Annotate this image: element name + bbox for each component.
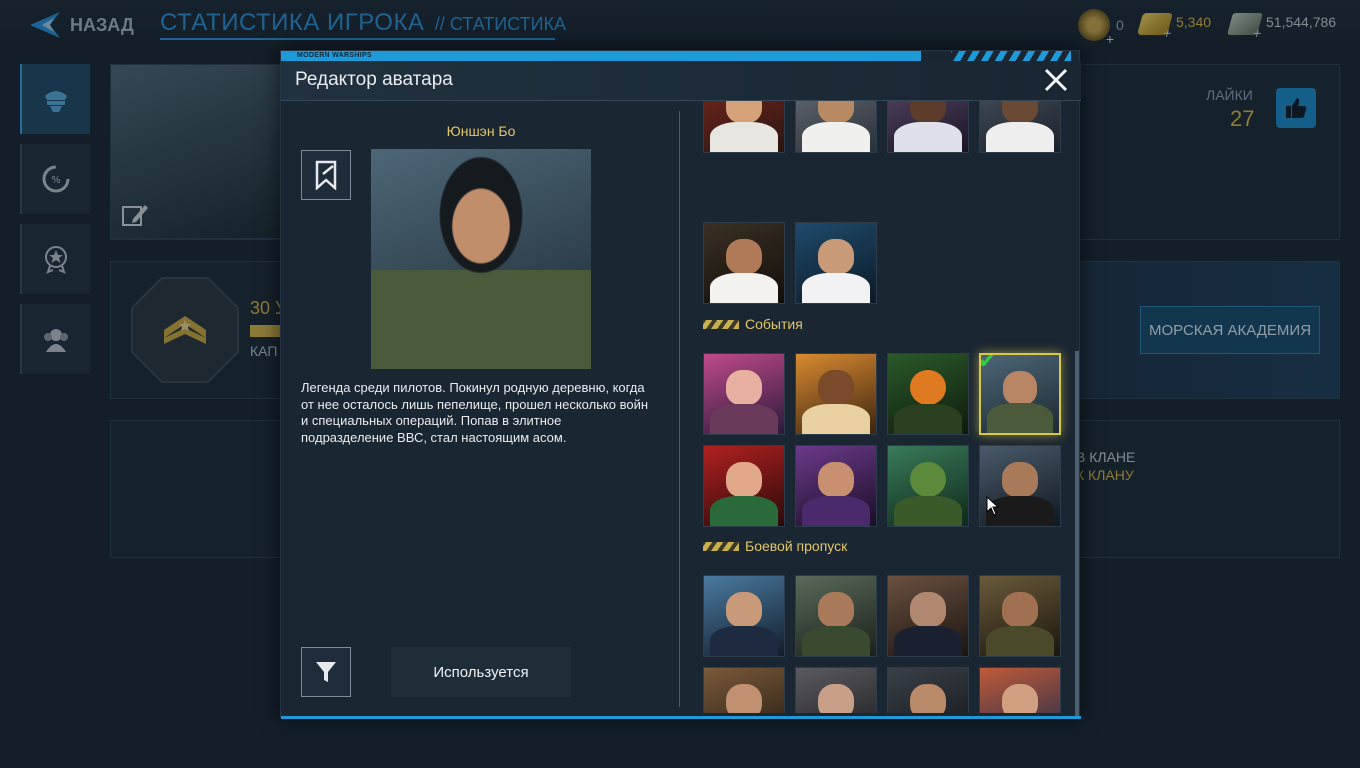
section-battle-pass: Боевой пропуск (703, 538, 847, 554)
avatar-tile[interactable] (703, 667, 785, 713)
bookmark-button[interactable] (301, 150, 351, 200)
avatar-editor-modal: MODERN WARSHIPS Редактор аватара Юншэн Б… (280, 50, 1081, 719)
scrollbar[interactable] (1075, 351, 1079, 717)
selected-check-icon: ✔ (979, 353, 997, 374)
close-icon (1044, 68, 1068, 92)
close-button[interactable] (1041, 65, 1071, 95)
avatar-tile[interactable] (703, 101, 785, 153)
modal-top-stripe: MODERN WARSHIPS (281, 51, 1081, 61)
avatar-tile[interactable] (795, 575, 877, 657)
section-stripes-icon (703, 541, 739, 551)
bookmark-icon (315, 160, 337, 190)
modal-header: Редактор аватара (281, 61, 1081, 101)
section-events-title: События (745, 316, 803, 332)
avatar-tile[interactable] (887, 101, 969, 153)
avatar-tile[interactable] (979, 101, 1061, 153)
avatar-tile[interactable] (887, 667, 969, 713)
avatar-tile[interactable] (703, 222, 785, 304)
modal-title: Редактор аватара (295, 69, 453, 90)
avatar-tile[interactable] (703, 445, 785, 527)
section-battle-pass-title: Боевой пропуск (745, 538, 848, 554)
avatar-tile[interactable] (795, 445, 877, 527)
avatar-tile[interactable] (887, 353, 969, 435)
avatar-tile[interactable] (703, 353, 785, 435)
column-divider (679, 111, 680, 707)
selected-avatar-portrait (371, 149, 591, 369)
filter-button[interactable] (301, 647, 351, 697)
avatar-tile[interactable] (979, 575, 1061, 657)
avatar-tile[interactable] (795, 667, 877, 713)
avatar-tile[interactable] (887, 445, 969, 527)
avatar-tile[interactable] (795, 101, 877, 153)
avatar-tile-selected[interactable]: ✔ (979, 353, 1061, 435)
section-stripes-icon (703, 319, 739, 329)
avatar-grid: События ✔ Боевой пропуск (701, 101, 1071, 713)
avatar-tile[interactable] (795, 222, 877, 304)
modal-bottom-stripe (281, 716, 1081, 719)
filter-icon (316, 662, 336, 682)
avatar-tile[interactable] (703, 575, 785, 657)
avatar-tile[interactable] (979, 667, 1061, 713)
avatar-tile[interactable] (887, 575, 969, 657)
mouse-cursor-icon (986, 496, 1000, 516)
brand-label: MODERN WARSHIPS (297, 52, 372, 59)
section-events: События (703, 316, 803, 332)
character-description: Легенда среди пилотов. Покинул родную де… (301, 380, 649, 445)
in-use-button[interactable]: Используется (391, 647, 571, 697)
character-name: Юншэн Бо (446, 123, 516, 139)
avatar-tile[interactable] (795, 353, 877, 435)
